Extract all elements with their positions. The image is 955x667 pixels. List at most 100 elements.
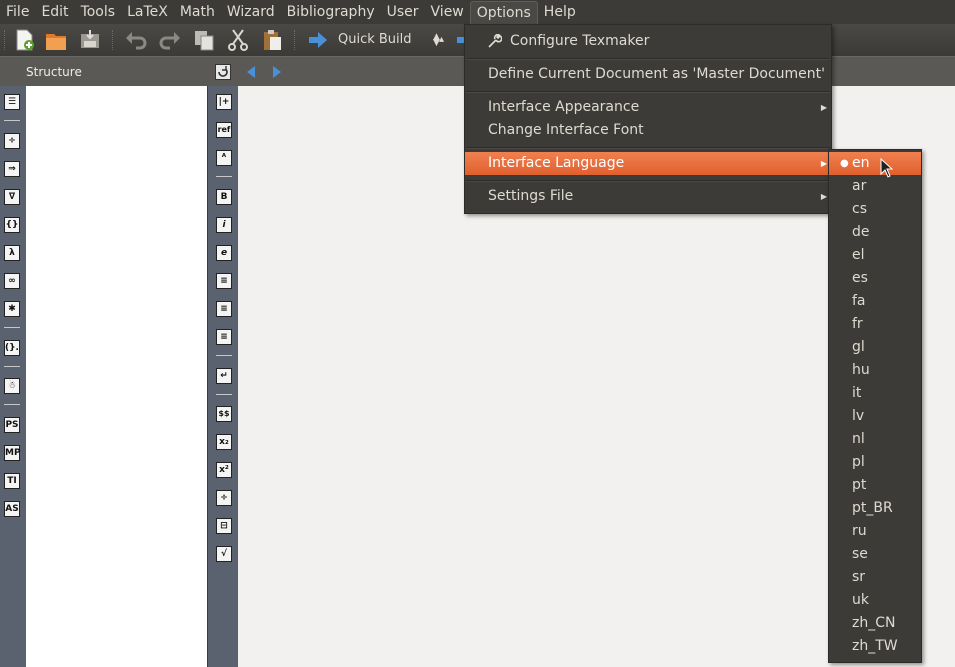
language-item-el[interactable]: el bbox=[829, 244, 921, 267]
interface-language-label: Interface Language bbox=[488, 155, 625, 171]
newline-icon[interactable]: ↵ bbox=[216, 368, 232, 384]
menu-tools[interactable]: Tools bbox=[75, 0, 122, 24]
menu-math[interactable]: Math bbox=[174, 0, 221, 24]
fraction-icon[interactable]: ÷ bbox=[216, 490, 232, 506]
menubar: File Edit Tools LaTeX Math Wizard Biblio… bbox=[0, 0, 955, 24]
language-item-gl[interactable]: gl bbox=[829, 336, 921, 359]
dfrac-icon[interactable]: ⊟ bbox=[216, 518, 232, 534]
pstricks-icon[interactable]: PS bbox=[4, 417, 20, 433]
master-document-label: Define Current Document as 'Master Docum… bbox=[488, 66, 825, 82]
wrench-icon bbox=[488, 34, 502, 48]
redo-icon[interactable] bbox=[158, 28, 182, 52]
language-item-it[interactable]: it bbox=[829, 382, 921, 405]
language-label: gl bbox=[852, 339, 865, 355]
asterisk-icon[interactable]: ✱ bbox=[4, 301, 20, 317]
menu-user[interactable]: User bbox=[381, 0, 425, 24]
lambda-icon[interactable]: λ bbox=[4, 245, 20, 261]
open-file-icon[interactable] bbox=[44, 28, 68, 52]
cut-icon[interactable] bbox=[226, 28, 250, 52]
language-item-ar[interactable]: ar bbox=[829, 175, 921, 198]
language-item-fa[interactable]: fa bbox=[829, 290, 921, 313]
menu-bibliography[interactable]: Bibliography bbox=[281, 0, 381, 24]
menu-file[interactable]: File bbox=[0, 0, 35, 24]
font-size-icon[interactable]: ᴬ bbox=[216, 150, 232, 166]
master-document-item[interactable]: Define Current Document as 'Master Docum… bbox=[465, 63, 831, 86]
language-item-pt-br[interactable]: pt_BR bbox=[829, 497, 921, 520]
language-item-en[interactable]: ● en bbox=[829, 152, 921, 175]
configure-texmaker-item[interactable]: Configure Texmaker bbox=[465, 30, 831, 53]
nav-back-icon[interactable] bbox=[245, 65, 257, 79]
tikz-icon[interactable]: TI bbox=[4, 473, 20, 489]
menu-edit[interactable]: Edit bbox=[35, 0, 74, 24]
language-item-uk[interactable]: uk bbox=[829, 589, 921, 612]
refresh-icon[interactable] bbox=[215, 64, 231, 80]
nabla-icon[interactable]: ∇ bbox=[4, 189, 20, 205]
latex-tool-bar: |+ ref ᴬ B i e ≡ ≡ ≡ ↵ $$ x₂ x² ÷ ⊟ √ bbox=[207, 86, 239, 667]
stick-figure-icon[interactable]: ☃ bbox=[4, 378, 20, 394]
language-label: es bbox=[852, 270, 868, 286]
paren-dot-icon[interactable]: (}. bbox=[4, 340, 20, 356]
save-file-icon[interactable] bbox=[78, 28, 102, 52]
language-item-zh-tw[interactable]: zh_TW bbox=[829, 635, 921, 658]
label-list-icon[interactable]: ☰ bbox=[4, 94, 20, 110]
language-label: sr bbox=[852, 569, 866, 585]
italic-icon[interactable]: i bbox=[216, 217, 232, 233]
language-item-sr[interactable]: sr bbox=[829, 566, 921, 589]
menu-wizard[interactable]: Wizard bbox=[221, 0, 281, 24]
language-item-fr[interactable]: fr bbox=[829, 313, 921, 336]
interface-language-item[interactable]: Interface Language ▶ bbox=[465, 152, 831, 175]
language-label: fr bbox=[852, 316, 863, 332]
menu-help[interactable]: Help bbox=[538, 0, 582, 24]
menu-options[interactable]: Options bbox=[469, 1, 538, 24]
language-item-nl[interactable]: nl bbox=[829, 428, 921, 451]
run-arrow-icon[interactable] bbox=[306, 28, 330, 52]
superscript-icon[interactable]: x² bbox=[216, 462, 232, 478]
emph-icon[interactable]: e bbox=[216, 245, 232, 261]
language-item-lv[interactable]: lv bbox=[829, 405, 921, 428]
language-item-pl[interactable]: pl bbox=[829, 451, 921, 474]
separator bbox=[4, 120, 20, 121]
language-item-zh-cn[interactable]: zh_CN bbox=[829, 612, 921, 635]
infinity-icon[interactable]: ∞ bbox=[4, 273, 20, 289]
align-left-icon[interactable]: ≡ bbox=[216, 273, 232, 289]
paste-icon[interactable] bbox=[260, 28, 284, 52]
structure-panel[interactable] bbox=[26, 86, 207, 667]
change-font-item[interactable]: Change Interface Font bbox=[465, 119, 831, 142]
align-center-icon[interactable]: ≡ bbox=[216, 301, 232, 317]
asymptote-icon[interactable]: AS bbox=[4, 501, 20, 517]
language-item-se[interactable]: se bbox=[829, 543, 921, 566]
options-menu: Configure Texmaker Define Current Docume… bbox=[464, 24, 832, 214]
sqrt-icon[interactable]: √ bbox=[216, 546, 232, 562]
language-item-de[interactable]: de bbox=[829, 221, 921, 244]
language-item-ru[interactable]: ru bbox=[829, 520, 921, 543]
language-item-hu[interactable]: hu bbox=[829, 359, 921, 382]
bold-icon[interactable]: B bbox=[216, 189, 232, 205]
language-label: lv bbox=[852, 408, 865, 424]
separator bbox=[216, 394, 232, 395]
language-item-cs[interactable]: cs bbox=[829, 198, 921, 221]
align-right-icon[interactable]: ≡ bbox=[216, 329, 232, 345]
nav-forward-icon[interactable] bbox=[271, 65, 283, 79]
language-item-es[interactable]: es bbox=[829, 267, 921, 290]
ref-icon[interactable]: ref bbox=[216, 122, 232, 138]
menu-view[interactable]: View bbox=[425, 0, 470, 24]
subscript-icon[interactable]: x₂ bbox=[216, 434, 232, 450]
new-file-icon[interactable] bbox=[12, 28, 36, 52]
copy-icon[interactable] bbox=[192, 28, 216, 52]
language-item-pt[interactable]: pt bbox=[829, 474, 921, 497]
settings-file-item[interactable]: Settings File ▶ bbox=[465, 185, 831, 208]
undo-icon[interactable] bbox=[124, 28, 148, 52]
toolbar-grip bbox=[4, 30, 7, 50]
toolbar-separator bbox=[294, 30, 297, 50]
divide-icon[interactable]: ÷ bbox=[4, 133, 20, 149]
language-label: pt bbox=[852, 477, 867, 493]
separator bbox=[216, 355, 232, 356]
display-math-icon[interactable]: $$ bbox=[216, 406, 232, 422]
implies-icon[interactable]: ⇒ bbox=[4, 161, 20, 177]
menu-latex[interactable]: LaTeX bbox=[121, 0, 174, 24]
build-select[interactable]: Quick Build ▴ bbox=[338, 28, 446, 52]
metapost-icon[interactable]: MP bbox=[4, 445, 21, 461]
braces-icon[interactable]: {} bbox=[4, 217, 20, 233]
interface-appearance-item[interactable]: Interface Appearance ▶ bbox=[465, 96, 831, 119]
insert-ref-plus-icon[interactable]: |+ bbox=[216, 94, 232, 110]
